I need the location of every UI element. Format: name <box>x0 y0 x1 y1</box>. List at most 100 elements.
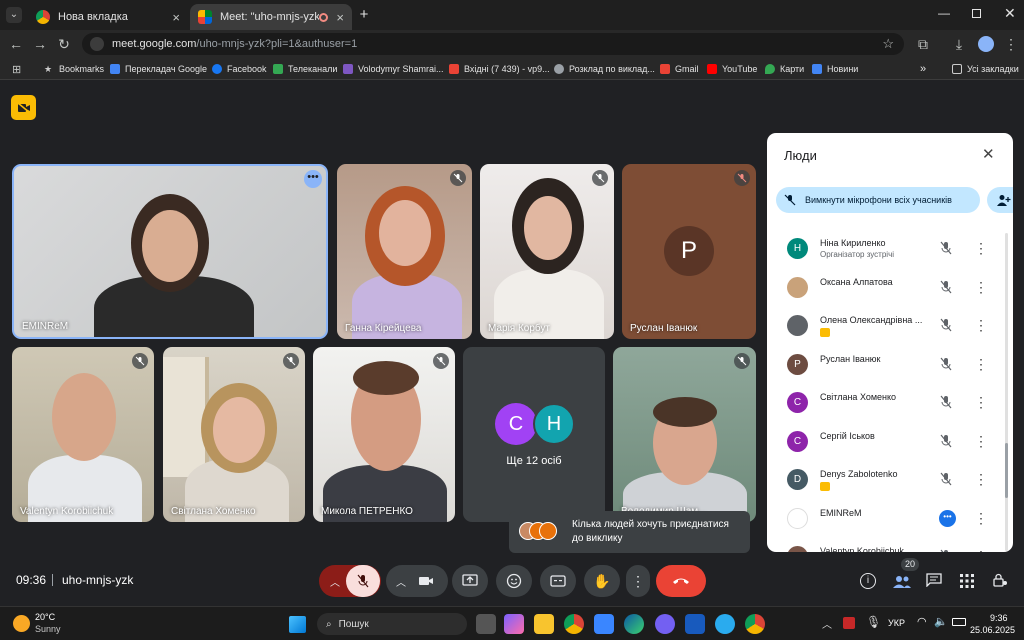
mic-off-icon[interactable] <box>939 280 955 296</box>
more-participants-tile[interactable]: С Н Ще 12 осіб <box>463 347 605 522</box>
mute-all-button[interactable]: Вимкнути мікрофони всіх учасників <box>776 187 980 213</box>
language-indicator[interactable]: УКР <box>888 618 905 628</box>
back-button[interactable]: ← <box>5 30 27 58</box>
mic-off-icon[interactable] <box>939 241 955 257</box>
raise-hand-button[interactable]: ✋ <box>584 565 620 597</box>
edge-icon[interactable] <box>624 614 644 634</box>
participant-more-icon[interactable]: ⋮ <box>973 316 989 334</box>
forward-button[interactable]: → <box>29 30 51 58</box>
weather-icon[interactable] <box>13 615 30 632</box>
bookmark-item[interactable]: Facebook <box>212 58 267 80</box>
close-window-button[interactable]: ✕ <box>1004 5 1016 22</box>
bookmark-item[interactable]: Усі закладки <box>952 58 1019 80</box>
video-tile[interactable]: Микола ПЕТРЕНКО <box>313 347 455 522</box>
battery-icon[interactable] <box>952 618 966 626</box>
participant-row[interactable]: Р Руслан Іванюк ⋮ <box>787 350 997 380</box>
file-explorer-icon[interactable] <box>534 614 554 634</box>
participant-more-icon[interactable]: ⋮ <box>973 509 989 527</box>
participant-more-icon[interactable]: ⋮ <box>973 393 989 411</box>
profile-avatar[interactable] <box>978 36 994 52</box>
participant-row[interactable]: Н Ніна Кириленко Організатор зустрічі ⋮ <box>787 234 997 264</box>
tab-new[interactable]: Нова вкладка × <box>28 4 188 30</box>
host-controls-button[interactable] <box>992 572 1008 588</box>
viber-icon[interactable] <box>655 614 675 634</box>
close-panel-button[interactable]: ✕ <box>982 145 995 163</box>
captions-button[interactable] <box>540 565 576 597</box>
more-options-icon[interactable]: ••• <box>304 170 322 188</box>
bookmark-item[interactable]: Gmail <box>660 58 699 80</box>
minimize-button[interactable]: — <box>938 6 950 20</box>
mic-off-icon[interactable] <box>939 549 955 552</box>
participant-row[interactable]: D Denys Zabolotenko ⋮ <box>787 465 997 495</box>
scrollbar-thumb[interactable] <box>1005 443 1008 498</box>
new-tab-button[interactable]: + <box>356 6 372 24</box>
menu-icon[interactable]: ⋮ <box>1000 30 1022 58</box>
taskbar-search[interactable]: ⌕ Пошук <box>317 613 467 635</box>
participant-more-icon[interactable]: ⋮ <box>973 239 989 257</box>
address-bar[interactable]: meet.google.com /uho-mnjs-yzk?pli=1&auth… <box>82 33 904 55</box>
download-icon[interactable]: ⤓ <box>948 30 970 58</box>
video-tile[interactable]: P Руслан Іванюк <box>622 164 756 339</box>
store-icon[interactable] <box>594 614 614 634</box>
present-screen-button[interactable] <box>452 565 488 597</box>
mic-off-icon[interactable] <box>939 357 955 373</box>
participant-more-icon[interactable]: ⋮ <box>973 547 989 552</box>
bookmark-star-icon[interactable]: ☆ <box>882 36 894 52</box>
add-people-button[interactable] <box>987 187 1013 213</box>
close-icon[interactable]: × <box>172 10 180 25</box>
bookmark-item[interactable]: Volodymyr Shamrai... <box>343 58 444 80</box>
tray-chevron-icon[interactable]: ︿ <box>822 616 832 631</box>
word-icon[interactable] <box>685 614 705 634</box>
leave-call-button[interactable] <box>656 565 706 597</box>
video-tile[interactable]: Valentyn Korobiichuk <box>12 347 154 522</box>
people-button[interactable] <box>888 570 916 592</box>
bookmark-item[interactable]: Телеканали <box>273 58 337 80</box>
tab-meet[interactable]: Meet: "uho-mnjs-yzk" × <box>190 4 352 30</box>
task-view-icon[interactable] <box>476 614 496 634</box>
camera-off-indicator-icon[interactable] <box>11 95 36 120</box>
mic-off-icon[interactable] <box>939 395 955 411</box>
participant-row[interactable]: С Сергій Іськов ⋮ <box>787 427 997 457</box>
bookmark-item[interactable]: Новини <box>812 58 858 80</box>
start-icon[interactable] <box>289 616 306 633</box>
participant-more-icon[interactable]: ⋮ <box>973 470 989 488</box>
mic-off-icon[interactable] <box>939 434 955 450</box>
participant-more-icon[interactable]: ⋮ <box>973 278 989 296</box>
site-info-icon[interactable] <box>90 37 104 51</box>
participant-more-icon[interactable]: ⋮ <box>973 432 989 450</box>
extensions-icon[interactable]: ⧉ <box>912 30 934 58</box>
participant-row[interactable]: Олена Олександрівна ... ⋮ <box>787 311 997 341</box>
mic-off-icon[interactable] <box>939 318 955 334</box>
more-bookmarks-icon[interactable]: » <box>920 58 926 80</box>
maximize-button[interactable] <box>972 9 981 18</box>
mic-toggle-button[interactable] <box>346 565 380 597</box>
microphone-icon[interactable]: 🎙 <box>866 615 881 629</box>
bookmark-item[interactable]: YouTube <box>707 58 757 80</box>
camera-options-button[interactable]: ︿ <box>386 565 448 597</box>
participant-row[interactable]: EMINReM ••• ⋮ <box>787 504 997 534</box>
join-request-toast[interactable]: Кілька людей хочуть приєднатися до викли… <box>509 511 750 553</box>
participant-row[interactable]: Оксана Алпатова ⋮ <box>787 273 997 303</box>
video-tile[interactable]: Марія Корбут <box>480 164 614 339</box>
mic-off-icon[interactable] <box>939 472 955 488</box>
copilot-icon[interactable] <box>504 614 524 634</box>
scrollbar[interactable] <box>1005 233 1008 551</box>
video-tile[interactable]: Володимир Шам... <box>613 347 756 522</box>
bookmark-item[interactable]: ★ Bookmarks <box>44 58 104 80</box>
chrome-taskbar-icon[interactable] <box>564 614 584 634</box>
bookmark-item[interactable]: Карти <box>765 58 804 80</box>
chat-button[interactable] <box>926 573 942 588</box>
video-tile[interactable]: Ганна Кірейцева <box>337 164 472 339</box>
participant-more-icon[interactable]: ⋮ <box>973 355 989 373</box>
meeting-info-button[interactable]: i <box>860 573 876 589</box>
activities-button[interactable] <box>960 574 974 588</box>
video-tile[interactable]: ••• EMINReM <box>12 164 328 339</box>
video-tile[interactable]: Світлана Хоменко <box>163 347 305 522</box>
bookmark-item[interactable]: Перекладач Google <box>110 58 207 80</box>
chrome-profile-icon[interactable] <box>745 614 765 634</box>
participant-row[interactable]: С Світлана Хоменко ⋮ <box>787 388 997 418</box>
close-icon[interactable]: × <box>336 10 344 25</box>
tab-list-button[interactable]: ⌄ <box>6 7 22 23</box>
tray-app-icon[interactable] <box>843 617 855 629</box>
participant-row[interactable]: Valentyn Korobiichuk ⋮ <box>787 542 997 552</box>
